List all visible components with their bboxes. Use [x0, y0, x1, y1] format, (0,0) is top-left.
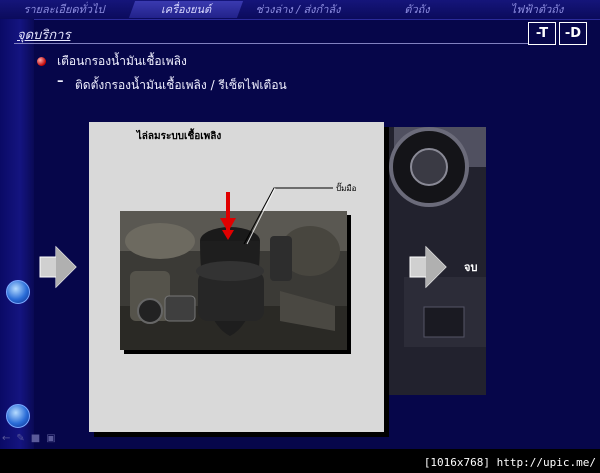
bullet-icon — [37, 57, 46, 66]
content-panel: ไล่ลมระบบเชื้อเพลิง ปั๊มมือ — [89, 122, 384, 432]
item-fuel-filter-warning: เตือนกรองน้ำมันเชื้อเพลิง — [57, 54, 187, 68]
tab-engine[interactable]: เครื่องยนต์ — [128, 1, 244, 18]
minus-t-button[interactable]: -T — [528, 22, 556, 45]
tab-general[interactable]: รายละเอียดทั่วไป — [10, 1, 118, 18]
tab-chassis[interactable]: ช่วงล่าง / ส่งกำลัง — [248, 1, 348, 18]
next-label[interactable]: จบ — [464, 258, 477, 276]
dash-marker: – — [57, 74, 64, 89]
previous-arrow-icon[interactable] — [38, 245, 78, 289]
left-sidebar — [0, 19, 34, 449]
tab-body-electrical[interactable]: ไฟฟ้าตัวถัง — [492, 1, 582, 18]
tab-body[interactable]: ตัวถัง — [382, 1, 452, 18]
toolbar-icons: ←✎■▣ — [2, 433, 62, 444]
minus-d-button[interactable]: -D — [559, 22, 587, 45]
page-title: จุดบริการ — [17, 28, 71, 43]
home-globe-icon[interactable] — [6, 404, 30, 428]
print-icon[interactable]: ▣ — [46, 433, 61, 444]
pen-icon[interactable]: ✎ — [16, 433, 30, 444]
callout-line — [243, 187, 333, 245]
title-divider — [14, 43, 529, 44]
app-window: รายละเอียดทั่วไป เครื่องยนต์ ช่วงล่าง / … — [0, 0, 600, 473]
item-install-filter-reset: ติดตั้งกรองน้ำมันเชื้อเพลิง / รีเซ็ตไฟเต… — [75, 78, 287, 92]
globe-icon[interactable] — [6, 280, 30, 304]
top-navigation: รายละเอียดทั่วไป เครื่องยนต์ ช่วงล่าง / … — [0, 0, 600, 20]
back-icon[interactable]: ← — [2, 433, 16, 444]
next-arrow-icon[interactable] — [408, 245, 448, 289]
red-arrow-icon — [220, 192, 236, 240]
resolution-watermark: [1016x768] http://upic.me/ — [423, 456, 596, 469]
screen-icon[interactable]: ■ — [31, 433, 46, 444]
